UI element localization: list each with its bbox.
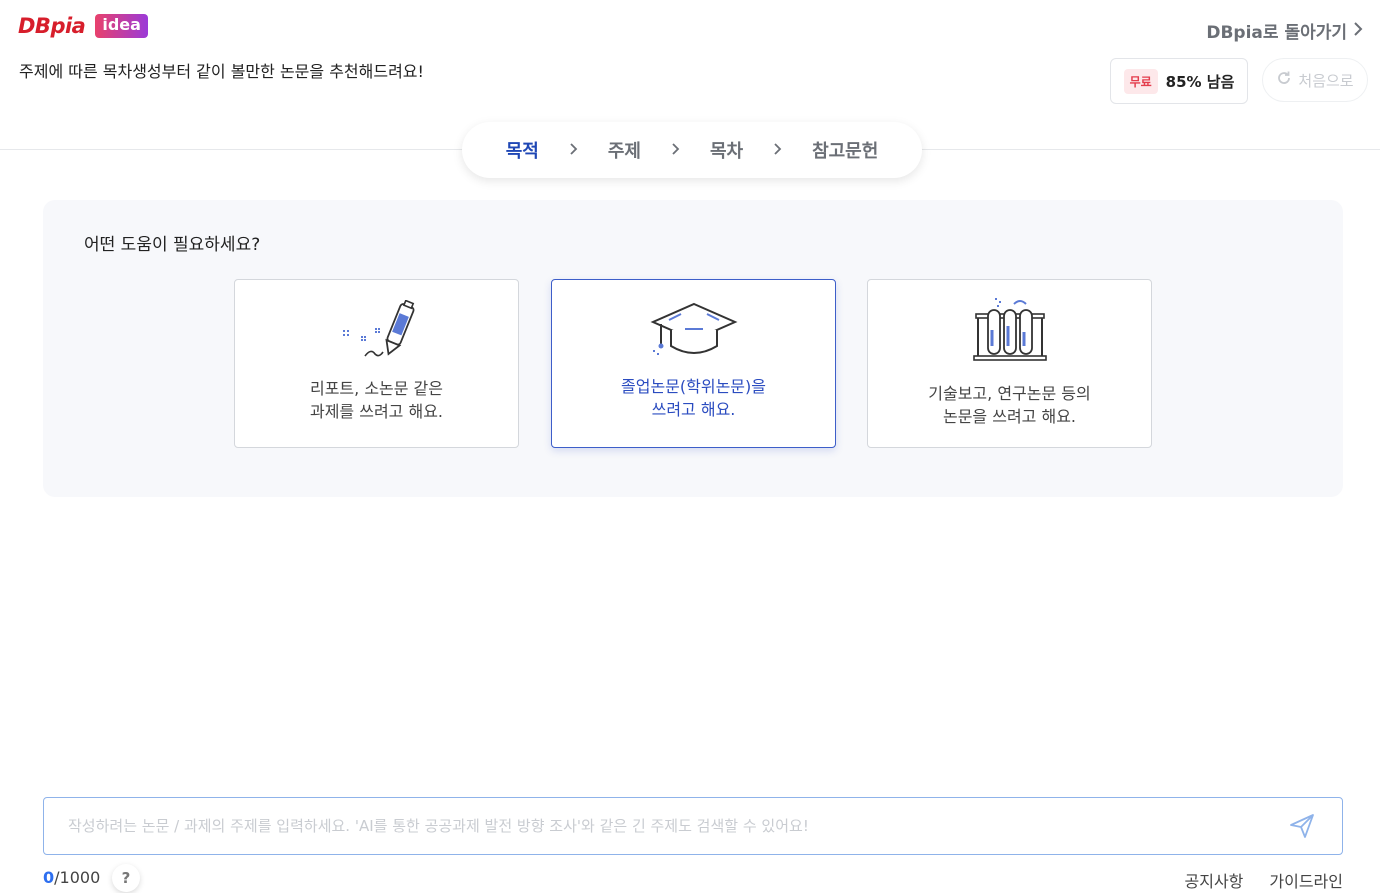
option-research-line2: 논문을 쓰려고 해요. bbox=[942, 407, 1077, 426]
graduation-cap-icon bbox=[649, 300, 739, 364]
restart-label: 처음으로 bbox=[1298, 71, 1354, 90]
back-to-dbpia-link[interactable]: DBpia로 돌아가기 bbox=[1206, 18, 1363, 43]
restart-button[interactable]: 처음으로 bbox=[1262, 58, 1368, 102]
option-thesis-card[interactable]: 졸업논문(학위논문)을 쓰려고 해요. bbox=[551, 279, 836, 448]
chevron-right-icon bbox=[671, 140, 680, 161]
chevron-right-icon bbox=[1353, 21, 1363, 40]
chevron-right-icon bbox=[773, 140, 782, 161]
refresh-icon bbox=[1276, 70, 1292, 90]
option-research-line1: 기술보고, 연구논문 등의 bbox=[928, 384, 1091, 403]
option-thesis-line1: 졸업논문(학위논문)을 bbox=[621, 377, 766, 396]
panel-question: 어떤 도움이 필요하세요? bbox=[84, 235, 261, 255]
quota-remaining: 85% 남음 bbox=[1165, 72, 1235, 91]
send-icon[interactable] bbox=[1288, 812, 1316, 844]
step-references[interactable]: 참고문헌 bbox=[812, 137, 878, 163]
free-badge: 무료 bbox=[1123, 68, 1158, 94]
pen-icon bbox=[337, 299, 417, 364]
topic-input[interactable] bbox=[68, 798, 1268, 854]
help-button[interactable]: ? bbox=[112, 864, 140, 892]
option-report-line1: 리포트, 소논문 같은 bbox=[309, 379, 444, 398]
purpose-panel: 어떤 도움이 필요하세요? 리포트, 소논문 같은 과제를 쓰려고 해요. 졸업… bbox=[43, 200, 1343, 497]
option-research-card[interactable]: 기술보고, 연구논문 등의 논문을 쓰려고 해요. bbox=[867, 279, 1152, 448]
option-report-card[interactable]: 리포트, 소논문 같은 과제를 쓰려고 해요. bbox=[234, 279, 519, 448]
footer-links: 공지사항 가이드라인 bbox=[1185, 868, 1344, 892]
topic-input-box bbox=[43, 797, 1343, 855]
chevron-right-icon bbox=[569, 140, 578, 161]
test-tubes-icon bbox=[970, 296, 1050, 370]
option-report-line2: 과제를 쓰려고 해요. bbox=[309, 402, 444, 421]
back-link-label: DBpia로 돌아가기 bbox=[1206, 23, 1347, 43]
notice-link[interactable]: 공지사항 bbox=[1185, 868, 1244, 892]
char-max: /1000 bbox=[54, 868, 101, 887]
logo[interactable]: DBpia idea bbox=[18, 14, 148, 38]
tagline: 주제에 따른 목차생성부터 같이 볼만한 논문을 추천해드려요! bbox=[19, 62, 424, 81]
step-indicator: 목적 주제 목차 참고문헌 bbox=[462, 122, 922, 178]
logo-badge: idea bbox=[95, 14, 148, 38]
usage-quota: 무료 85% 남음 bbox=[1110, 58, 1248, 104]
logo-text: DBpia bbox=[18, 14, 86, 38]
option-thesis-line2: 쓰려고 해요. bbox=[651, 400, 736, 419]
step-topic[interactable]: 주제 bbox=[608, 137, 641, 163]
char-counter: 0/1000 bbox=[43, 868, 100, 887]
char-count: 0 bbox=[43, 868, 55, 887]
step-purpose[interactable]: 목적 bbox=[506, 137, 539, 163]
guideline-link[interactable]: 가이드라인 bbox=[1269, 868, 1343, 892]
step-outline[interactable]: 목차 bbox=[710, 137, 743, 163]
